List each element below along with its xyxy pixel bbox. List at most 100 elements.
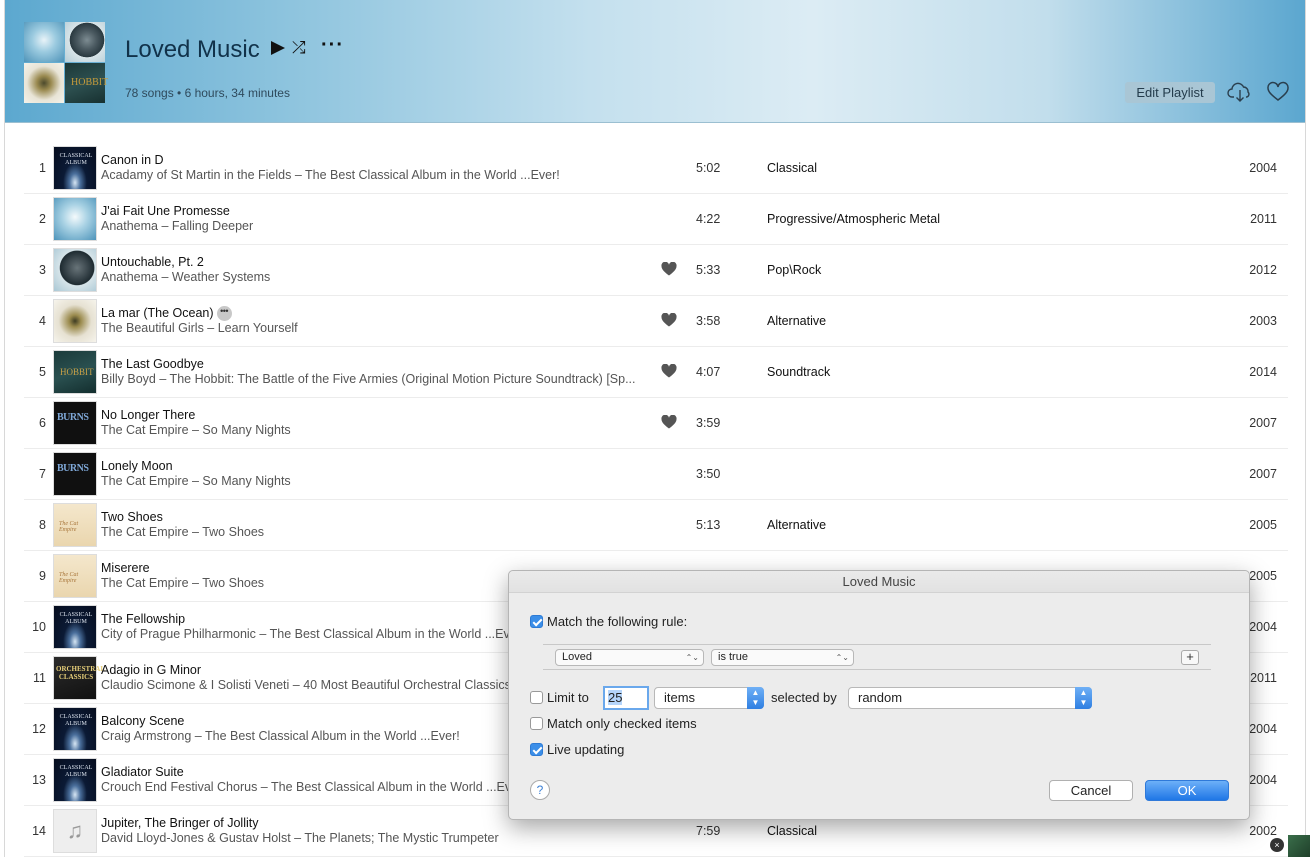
limit-unit-value: items [664,690,696,705]
track-genre: Alternative [767,518,827,532]
more-icon[interactable]: ··· [321,34,344,57]
ok-button[interactable]: OK [1145,780,1229,801]
rule-field-select[interactable]: Loved ⌃⌄ [555,649,704,666]
cloud-download-icon[interactable] [1227,80,1253,104]
track-duration: 5:33 [696,263,721,277]
artwork-tile [24,63,64,103]
track-title-text: No Longer There [101,408,196,422]
live-updating-checkbox[interactable] [530,743,543,756]
edit-playlist-button[interactable]: Edit Playlist [1125,82,1215,103]
track-title: Jupiter, The Bringer of Jollity [101,816,258,830]
track-artist-album: Craig Armstrong – The Best Classical Alb… [101,729,460,743]
track-year: 2014 [1249,365,1277,379]
checked-items-checkbox[interactable] [530,717,543,730]
track-number: 9 [39,569,46,583]
track-duration: 3:58 [696,314,721,328]
track-row[interactable]: 2 J'ai Fait Une Promesse Anathema – Fallin… [24,194,1288,245]
heart-filled-icon[interactable] [661,262,677,276]
playlist-header: HOBBIT Loved Music ⤮ ··· 78 songs • 6 ho… [5,0,1305,123]
chevron-updown-icon: ▲ ▼ [1075,687,1092,709]
track-row[interactable]: 1 CLASSICAL ALBUM Canon in D Acadamy of St … [24,143,1288,194]
track-title-text: Balcony Scene [101,714,185,728]
track-row[interactable]: 8 The Cat Empire Two Shoes The Cat Empire –… [24,500,1288,551]
help-button[interactable]: ? [530,780,550,800]
track-title-text: The Last Goodbye [101,357,204,371]
track-year: 2002 [1249,824,1277,838]
track-title: Miserere [101,561,150,575]
track-genre: Soundtrack [767,365,831,379]
selected-by-label: selected by [771,690,837,705]
track-number: 14 [32,824,46,838]
close-icon[interactable]: × [1270,838,1284,852]
checked-items-label: Match only checked items [547,716,697,731]
track-year: 2011 [1250,671,1277,685]
play-icon[interactable] [271,41,285,55]
heart-filled-icon[interactable] [661,415,677,429]
track-year: 2004 [1249,722,1277,736]
track-artist-album: Claudio Scimone & I Solisti Veneti – 40 … [101,678,511,692]
track-year: 2012 [1249,263,1277,277]
track-row[interactable]: 4 La mar (The Ocean) ••• The Beautiful Girl… [24,296,1288,347]
window: HOBBIT Loved Music ⤮ ··· 78 songs • 6 ho… [4,0,1306,857]
track-genre: Pop\Rock [767,263,822,277]
album-art-text: CLASSICAL ALBUM [59,714,93,727]
track-title: The Last Goodbye [101,357,204,371]
selected-by-value: random [858,690,903,705]
heart-outline-icon[interactable] [1265,80,1291,104]
rule-operator-select[interactable]: is true ⌃⌄ [711,649,854,666]
track-number: 12 [32,722,46,736]
add-rule-button[interactable]: + [1181,650,1199,665]
track-title: Gladiator Suite [101,765,184,779]
limit-unit-select[interactable]: items ▲ ▼ [654,687,764,709]
album-art-text: CLASSICAL ALBUM [59,765,93,778]
track-row[interactable]: 7 BURNS Lonely Moon The Cat Empire – So Man… [24,449,1288,500]
track-row[interactable]: 3 Untouchable, Pt. 2 Anathema – Weather Sy… [24,245,1288,296]
track-row[interactable]: 6 BURNS No Longer There The Cat Empire – So… [24,398,1288,449]
heart-filled-icon[interactable] [661,313,677,327]
limit-checkbox[interactable] [530,691,543,704]
track-year: 2003 [1249,314,1277,328]
track-year: 2007 [1249,467,1277,481]
track-genre: Alternative [767,314,827,328]
track-row[interactable]: 5 HOBBIT The Last Goodbye Billy Boyd – The … [24,347,1288,398]
smart-playlist-dialog: Loved Music Match the following rule: Lo… [508,570,1250,820]
track-artist-album: The Cat Empire – So Many Nights [101,474,291,488]
playlist-artwork: HOBBIT [24,22,108,103]
track-number: 3 [39,263,46,277]
album-art [53,197,97,241]
track-artist-album: Crouch End Festival Chorus – The Best Cl… [101,780,526,794]
rule-field-value: Loved [562,651,592,663]
track-number: 13 [32,773,46,787]
limit-value-input[interactable]: 25 [603,686,649,710]
heart-filled-icon[interactable] [661,364,677,378]
track-number: 10 [32,620,46,634]
cancel-button[interactable]: Cancel [1049,780,1133,801]
track-title-text: Two Shoes [101,510,163,524]
shuffle-icon[interactable]: ⤮ [292,38,306,58]
track-genre: Classical [767,824,818,838]
album-art: HOBBIT [53,350,97,394]
music-note-icon: ♫ [66,818,84,843]
track-title-text: Canon in D [101,153,164,167]
album-art: CLASSICAL ALBUM [53,605,97,649]
track-number: 8 [39,518,46,532]
artwork-tile [24,22,64,62]
album-art-text: BURNS [57,463,89,474]
track-number: 6 [39,416,46,430]
track-duration: 4:22 [696,212,721,226]
match-rule-checkbox[interactable] [530,615,543,628]
track-year: 2004 [1249,773,1277,787]
rule-operator-value: is true [718,651,748,663]
track-title-text: La mar (The Ocean) [101,306,214,320]
track-year: 2004 [1249,161,1277,175]
album-art: ORCHESTRAL CLASSICS [53,656,105,700]
track-genre: Progressive/Atmospheric Metal [767,212,940,226]
album-art-text: The Cat Empire [59,572,79,584]
track-duration: 4:07 [696,365,721,379]
track-year: 2005 [1249,518,1277,532]
chevron-updown-icon: ⌃⌄ [835,653,849,662]
track-title: Lonely Moon [101,459,173,473]
more-options-icon[interactable]: ••• [216,306,232,322]
track-title-text: Miserere [101,561,150,575]
selected-by-select[interactable]: random ▲ ▼ [848,687,1092,709]
